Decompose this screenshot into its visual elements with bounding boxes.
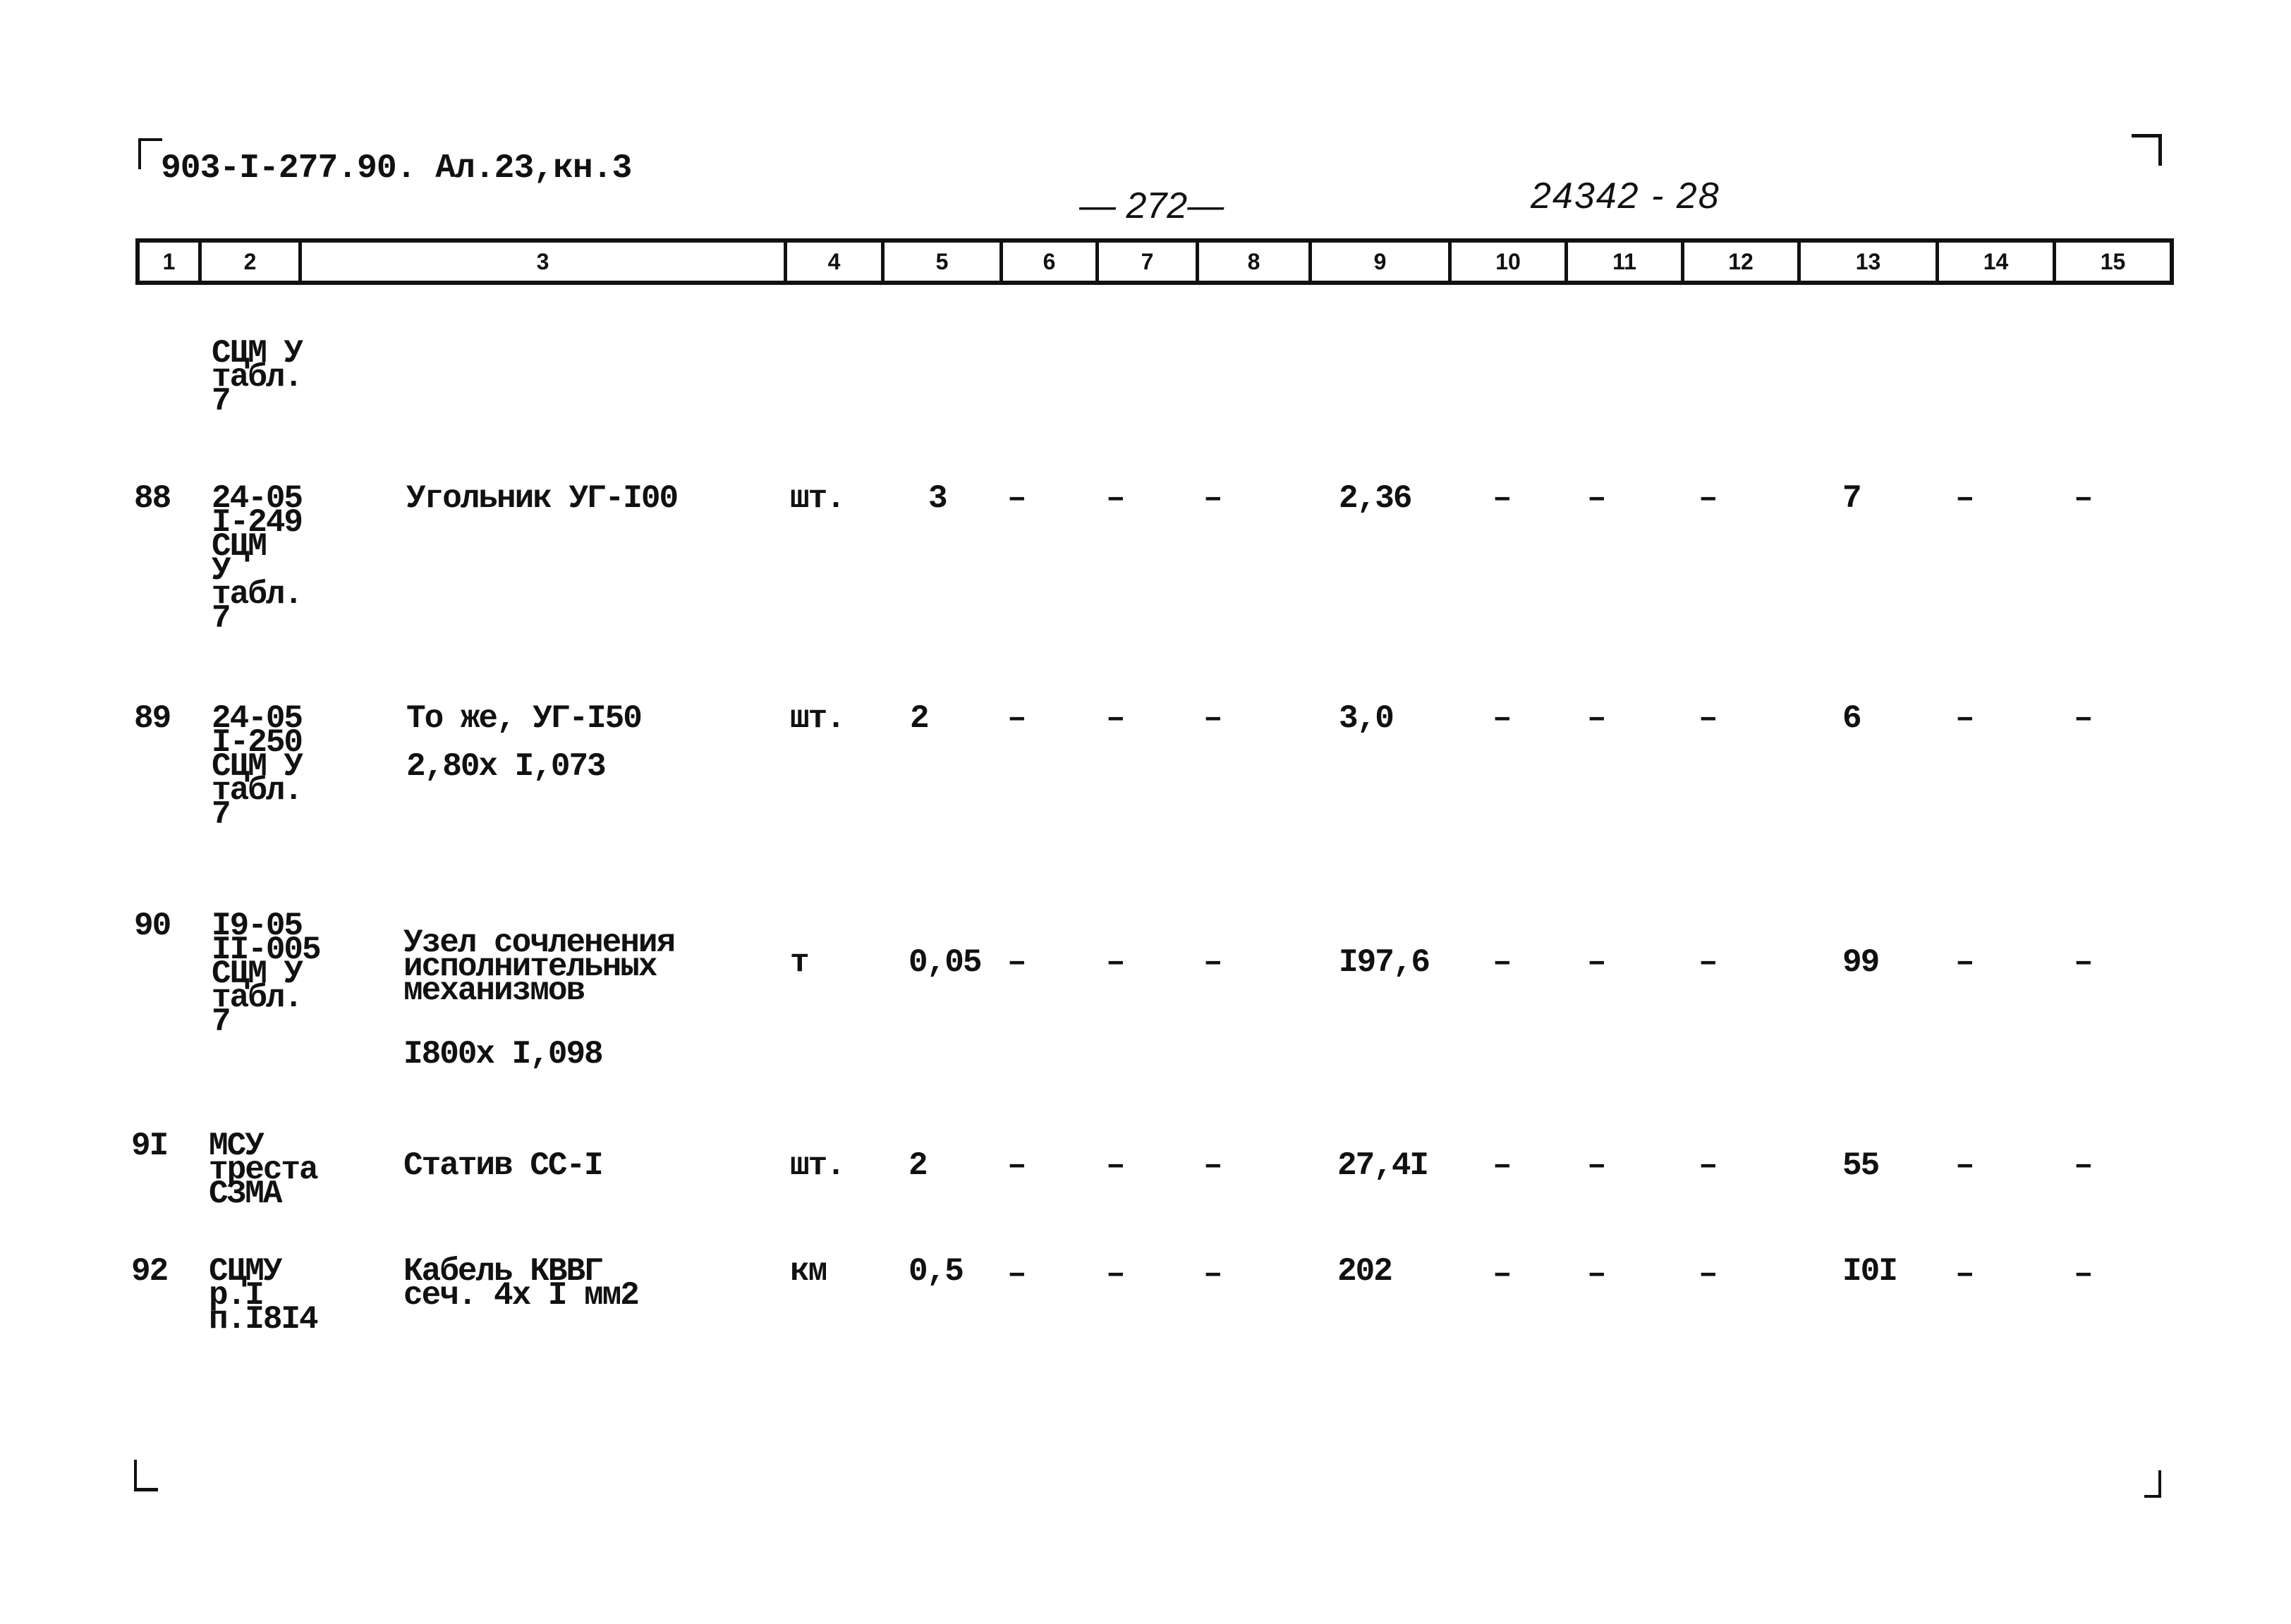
row-col14: – [1955, 480, 1975, 517]
row-col7: – [1106, 1256, 1126, 1293]
row-unit: шт. [790, 1147, 846, 1184]
row-quantity: 3 [928, 480, 948, 517]
row-col15: – [2074, 1147, 2094, 1184]
row-quantity: 2 [909, 1147, 928, 1184]
row-reference: I9-05 II-005 СЦМ У табл. 7 [212, 908, 322, 1040]
row-description: Статив СС-I [403, 1147, 604, 1184]
row-col6: – [1007, 480, 1027, 517]
row-col10: – [1493, 480, 1512, 517]
row-col7: – [1106, 700, 1126, 737]
row-quantity: 0,05 [909, 944, 982, 981]
row-col9: 27,4I [1337, 1147, 1429, 1184]
row-reference: МСУ треста СЗМА [209, 1128, 319, 1212]
row-unit: шт. [790, 700, 846, 737]
row-col11: – [1587, 1256, 1607, 1293]
row-col13: 6 [1842, 700, 1862, 737]
row-col12: – [1699, 1256, 1718, 1293]
row-description-dimensions: I800х I,098 [403, 1036, 604, 1073]
row-col9: 2,36 [1339, 480, 1412, 517]
row-description: То же, УГ-I50 [406, 700, 643, 737]
row-col12: – [1699, 700, 1718, 737]
row-col6: – [1007, 1147, 1027, 1184]
row-col9: 202 [1337, 1253, 1393, 1290]
row-col8: – [1203, 1147, 1223, 1184]
row-col11: – [1587, 700, 1607, 737]
row-col7: – [1106, 1147, 1126, 1184]
row-unit: км [790, 1253, 827, 1290]
row-unit: шт. [790, 480, 846, 517]
row-col13: I0I [1842, 1253, 1898, 1290]
row-description: Угольник УГ-I00 [406, 480, 679, 517]
row-col12: – [1699, 944, 1718, 981]
row-col14: – [1955, 1147, 1975, 1184]
row-description: Узел сочленения исполнительных механизмо… [403, 924, 676, 1009]
row-col15: – [2074, 1256, 2094, 1293]
row-col6: – [1007, 944, 1027, 981]
row-col13: 7 [1842, 480, 1862, 517]
row-description-dimensions: 2,80х I,073 [406, 748, 607, 785]
row-col7: – [1106, 480, 1126, 517]
row-col14: – [1955, 1256, 1975, 1293]
row-col8: – [1203, 1256, 1223, 1293]
row-col11: – [1587, 1147, 1607, 1184]
row-col13: 99 [1842, 944, 1880, 981]
row-col14: – [1955, 944, 1975, 981]
row-col12: – [1699, 480, 1718, 517]
row-col6: – [1007, 700, 1027, 737]
row-quantity: 0,5 [909, 1253, 964, 1290]
row-number: 9I [131, 1128, 169, 1164]
row-reference: 24-05 I-249 СЦМ У табл. 7 [212, 480, 303, 637]
row-col11: – [1587, 944, 1607, 981]
row-reference: 24-05 I-250 СЦМ У табл. 7 [212, 700, 303, 833]
row-col9: 3,0 [1339, 700, 1394, 737]
row-col10: – [1493, 1147, 1512, 1184]
row-reference: СЦМУ р.I п.I8I4 [209, 1253, 319, 1338]
table-body: СЦМ У табл. 7 88 24-05 I-249 СЦМ У табл.… [0, 0, 2291, 1624]
row-col12: – [1699, 1147, 1718, 1184]
row-col13: 55 [1842, 1147, 1880, 1184]
row-col15: – [2074, 480, 2094, 517]
continuation-ref: СЦМ У табл. 7 [212, 335, 303, 420]
row-col8: – [1203, 700, 1223, 737]
row-unit: т [790, 944, 810, 981]
row-number: 88 [134, 480, 171, 517]
row-col6: – [1007, 1256, 1027, 1293]
row-col9: I97,6 [1339, 944, 1430, 981]
row-col10: – [1493, 1256, 1512, 1293]
row-col10: – [1493, 700, 1512, 737]
row-col7: – [1106, 944, 1126, 981]
row-description: Кабель КВВГ сеч. 4х I мм2 [403, 1253, 640, 1314]
row-quantity: 2 [910, 700, 930, 737]
row-col15: – [2074, 700, 2094, 737]
row-col15: – [2074, 944, 2094, 981]
row-col11: – [1587, 480, 1607, 517]
row-col8: – [1203, 944, 1223, 981]
row-number: 89 [134, 700, 171, 737]
row-col8: – [1203, 480, 1223, 517]
row-number: 92 [131, 1253, 169, 1290]
row-col10: – [1493, 944, 1512, 981]
row-number: 90 [134, 908, 171, 944]
row-col14: – [1955, 700, 1975, 737]
